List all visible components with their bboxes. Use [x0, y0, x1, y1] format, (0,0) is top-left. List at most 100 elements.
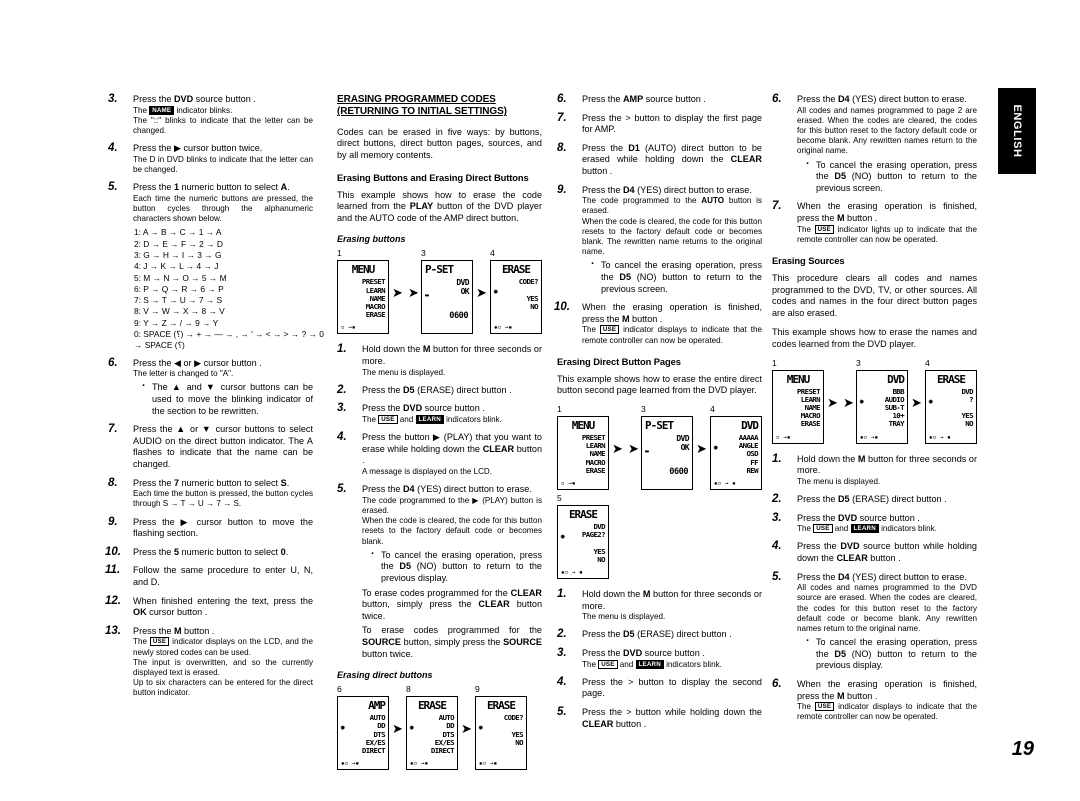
step-note: Each time the button is pressed, the but… [133, 489, 313, 509]
step-text: Press the D4 (YES) direct button to eras… [582, 184, 752, 195]
step-number: 1. [557, 587, 567, 600]
lcd-screen: ERASE CODE? YES NO ✹ ✹▫ →▪ [475, 696, 527, 771]
lcd-screen: ERASE CODE? YES NO ✹ ✹▫ →▪ [490, 260, 542, 335]
step-text: Press the D4 (YES) direct button to eras… [797, 94, 967, 104]
instruction-step: 2. Press the D5 (ERASE) direct button . [772, 493, 977, 506]
step-text: Press the D1 (AUTO) direct button to be … [582, 142, 762, 176]
lcd-title: P-SET [645, 418, 674, 432]
step-number: 6. [557, 93, 567, 105]
lcd-figure: 3 P-SET DVD OK 0600 ▬ [641, 404, 693, 490]
instruction-step: 7. When the erasing operation is finished… [772, 200, 977, 245]
instruction-step: 4. Press the > button to display the seco… [557, 676, 762, 700]
subsection-intro: This example shows how to erase the code… [337, 189, 542, 223]
cycle-line: 9: Y → Z → / → 9 → Y [134, 317, 219, 328]
lcd-bottom-icons: ✹▫ →▪ [860, 433, 879, 441]
instruction-step: 2. Press the D5 (ERASE) direct button . [337, 383, 542, 397]
step-extra: To erase codes programmed for the SOURCE… [362, 625, 542, 659]
instruction-step: 4. Press the DVD source button while hold… [772, 540, 977, 564]
step-bullet: The ▲ and ▼ cursor buttons can be used t… [141, 381, 313, 417]
step-number: 12. [105, 594, 121, 607]
lcd-title: AMP [368, 699, 386, 713]
lcd-left-mark: ▬ [645, 446, 649, 455]
subsection-intro: This example shows how to erase the enti… [557, 373, 762, 396]
flow-arrow-icon: ➤ [392, 285, 403, 301]
step-note: The USE and LEARN indicators blink. [582, 659, 722, 669]
flow-arrow-icon: ➤ [612, 440, 623, 456]
step-number: 1. [337, 343, 347, 356]
lcd-lines: CODE? YES NO [518, 277, 539, 311]
lcd-screen: ERASE DVD? YES NO ✹ ✹▫ → ▪ [925, 369, 977, 444]
flow-arrow-icon: ➤ [696, 440, 707, 456]
step-note: The USE indicator lights up to indicate … [797, 224, 977, 244]
step-text: Press the D5 (ERASE) direct button . [362, 384, 512, 395]
lcd-step-number: 1 [772, 357, 777, 368]
step-number: 3. [337, 402, 347, 415]
lcd-title: ERASE [417, 699, 447, 713]
lcd-screen: P-SET DVD OK 0600 ▬ [641, 415, 693, 490]
cycle-line: 5: M → N → O → 5 → M [134, 272, 227, 283]
cycle-line: 8: V → W → X → 8 → V [134, 306, 225, 317]
step-text: Press the DVD source button while holdin… [797, 541, 977, 563]
step-text: When the erasing operation is finished, … [797, 201, 977, 223]
lcd-screen: AMP AUTO DD DTS EX/ES DIRECT ✹ ✹▫ →▪ [337, 696, 389, 771]
instruction-step: 3. Press the DVD source button . The USE a… [772, 512, 977, 535]
lcd-figure: 9 ERASE CODE? YES NO ✹ ✹▫ →▪ [475, 685, 527, 771]
lcd-figure: 3 P-SET DVD OK 0600 ▬ [421, 249, 473, 335]
step-number: 5. [557, 705, 567, 718]
section-intro: Codes can be erased in five ways: by but… [337, 126, 542, 160]
step-note: The USE indicator displays to indicate t… [797, 702, 977, 722]
step-number: 9. [108, 515, 118, 528]
lcd-figure: 1 MENU PRESET LEARN NAME MACRO ERASE ▫ →▪ [337, 249, 389, 335]
instruction-step: 7. Press the ▲ or ▼ cursor buttons to sel… [108, 423, 313, 470]
lcd-bottom-icons: ✹▫ →▪ [479, 760, 498, 768]
step-note: The USE indicator displays to indicate t… [582, 325, 762, 345]
step-number: 5. [108, 181, 118, 194]
step-text: Press the M button . [133, 625, 215, 636]
lcd-step-number: 5 [557, 492, 562, 503]
instruction-step: 4. Press the ▶ cursor button twice. The D … [108, 142, 313, 175]
step-number: 6. [772, 677, 782, 690]
lcd-step-number: 8 [406, 684, 411, 695]
instruction-step: 1. Hold down the M button for three secon… [772, 453, 977, 487]
lcd-lines: CODE? YES NO [503, 713, 524, 747]
lcd-figure: 4 ERASE DVD? YES NO ✹ ✹▫ → ▪ [925, 358, 977, 444]
blink-icon: ✹ [928, 397, 933, 406]
column-2: ERASING PROGRAMMED CODES (RETURNING TO IN… [337, 94, 542, 774]
lcd-figure: 4 DVD AAAAA ANGLE OSD FF REW ✹ ✹▫ → ▪ [710, 403, 762, 490]
instruction-step: 7. Press the > button to display the firs… [557, 112, 762, 136]
column-3: 6. Press the AMP source button . 7. Press t… [554, 93, 762, 737]
lcd-step-number: 4 [710, 403, 715, 414]
lcd-bottom-icons: ✹▫ →▪ [494, 324, 513, 332]
figure-label: Erasing buttons [337, 234, 406, 245]
lcd-figure: 1 MENU PRESET LEARN NAME MACRO ERASE ▫ →▪ [557, 404, 609, 490]
step-text: When the erasing operation is finished, … [582, 302, 762, 324]
blink-icon: ✹ [409, 724, 414, 733]
lcd-bottom-icons: ▫ →▪ [561, 479, 576, 487]
step-note: The letter is changed to "A". [133, 369, 234, 379]
step-note: When the code is cleared, the code for t… [582, 216, 762, 257]
lcd-figure: 8 ERASE AUTO DD DTS EX/ES DIRECT ✹ ✹▫ →▪ [406, 684, 458, 771]
flow-arrow-icon: ➤ [911, 394, 922, 410]
instruction-step: 3. Press the DVD source button . The NAME … [108, 93, 313, 136]
column-4: 6. Press the D4 (YES) direct button to er… [772, 93, 977, 730]
lcd-lines: AAAAA ANGLE OSD FF REW [738, 432, 759, 475]
instruction-step: 6. Press the D4 (YES) direct button to er… [772, 93, 977, 194]
step-number: 3. [557, 646, 567, 659]
column-1: 3. Press the DVD source button . The NAME … [105, 93, 324, 706]
lcd-figure-row: 1 MENU PRESET LEARN NAME MACRO ERASE ▫ →▪ ➤ ➤ 3 P-S… [337, 249, 542, 335]
lcd-lines: DVD? YES NO [961, 386, 973, 429]
manual-page: ENGLISH 3. Press the DVD source button .T… [0, 0, 1080, 801]
flow-arrow-icon: ➤ [461, 721, 472, 737]
step-text: Press the 1 numeric button to select A. [133, 182, 290, 193]
lcd-figure-row: 6 AMP AUTO DD DTS EX/ES DIRECT ✹ ✹▫ →▪ ➤ 8 ERASE AUT… [337, 684, 542, 771]
instruction-step: 5. Press the > button while holding down … [557, 705, 762, 730]
instruction-step: 9. Press the D4 (YES) direct button to er… [557, 184, 762, 296]
lcd-code: 0600 [449, 311, 468, 322]
step-number: 2. [337, 383, 347, 396]
step-text: Hold down the M button for three seconds… [797, 453, 977, 476]
instruction-step: 3. Press the DVD source button . The USE a… [337, 402, 542, 425]
instruction-step: 4. Press the button ▶ (PLAY) that you wan… [337, 431, 542, 477]
step-text: Press the D5 (ERASE) direct button . [582, 629, 732, 640]
step-note: The menu is displayed. [582, 612, 666, 622]
subsection-intro-2: This example shows how to erase the name… [772, 327, 977, 349]
